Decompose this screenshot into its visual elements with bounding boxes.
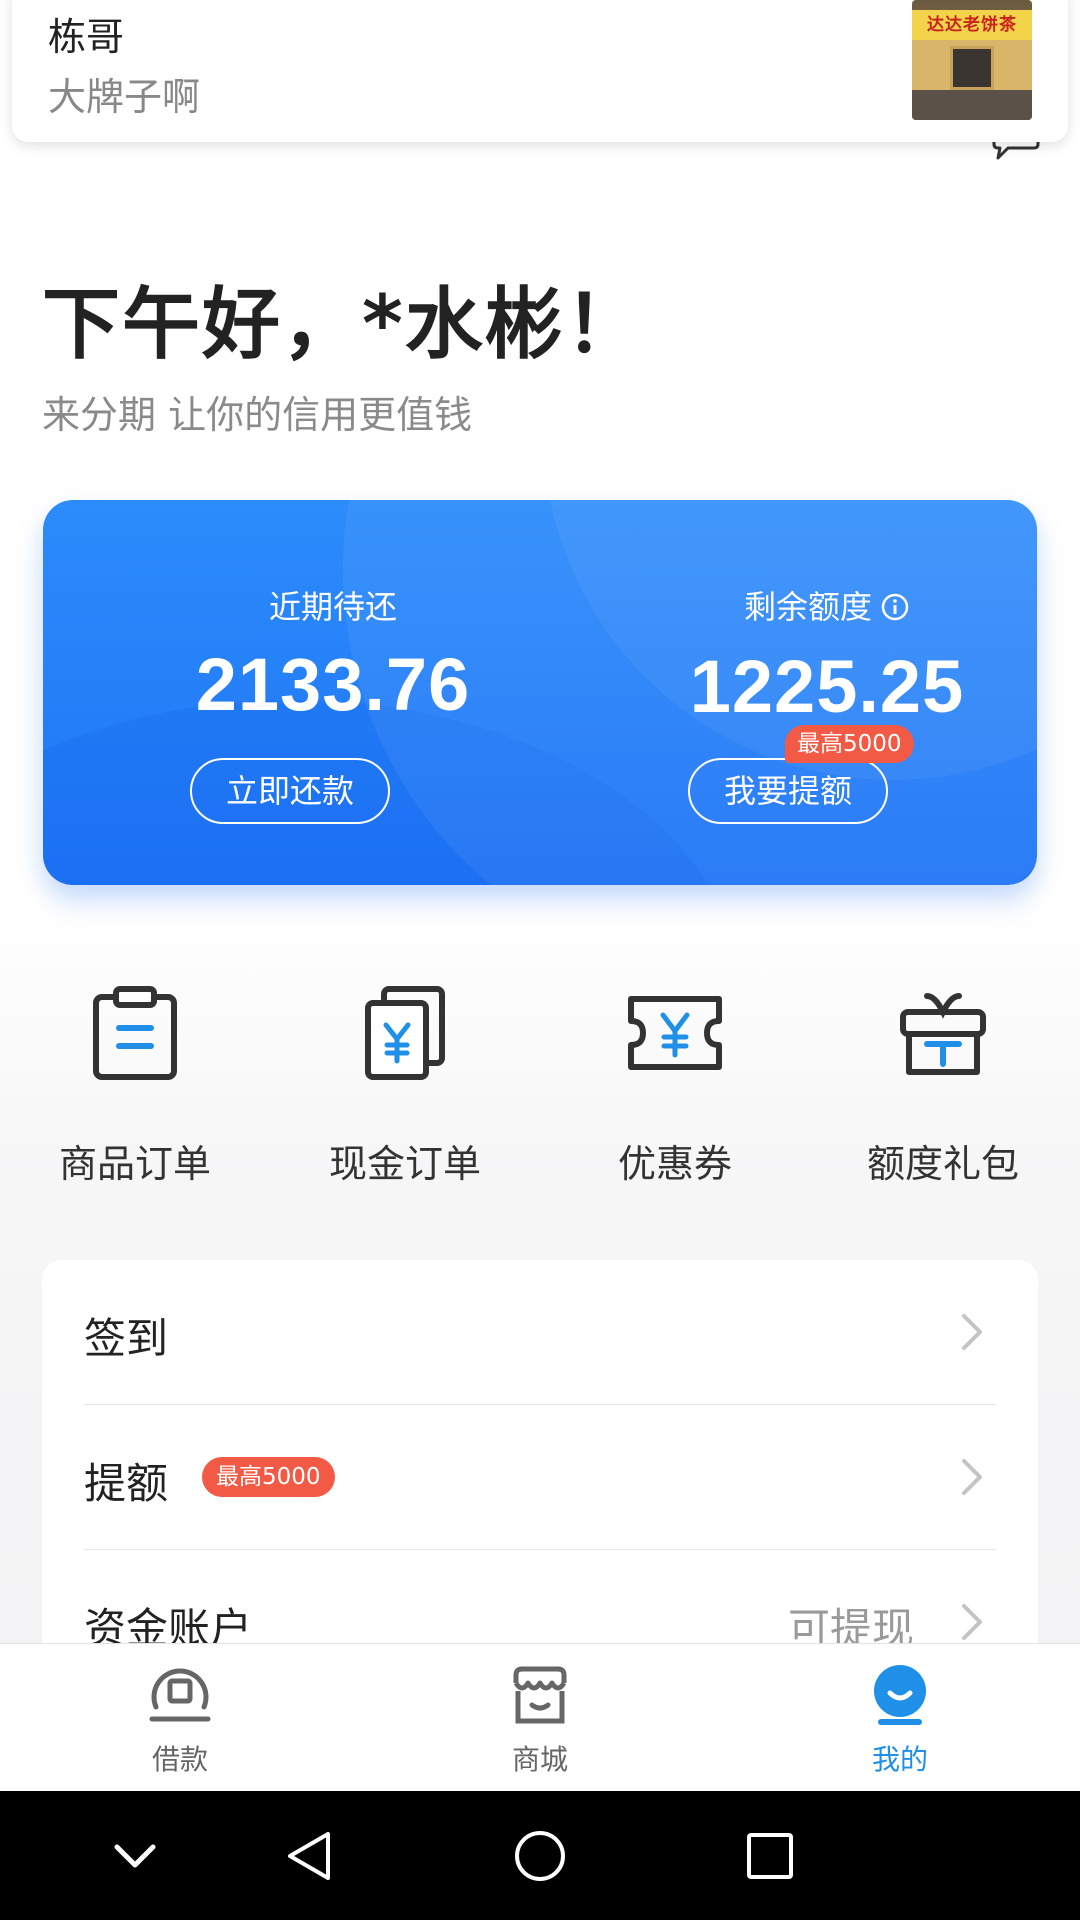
quick-action-label: 现金订单 xyxy=(328,1142,481,1186)
credit-summary-card: 近期待还 2133.76 剩余额度 1225.25 立即还款 我要提额 最高50… xyxy=(43,500,1037,885)
repay-now-button[interactable]: 立即还款 xyxy=(190,758,390,824)
back-icon[interactable] xyxy=(275,1823,345,1889)
repay-label: 近期待还 xyxy=(268,588,397,626)
thumbnail-sign: 达达老饼茶 xyxy=(912,10,1032,40)
quick-action-label: 额度礼包 xyxy=(866,1142,1019,1186)
shop-icon xyxy=(440,1660,640,1730)
system-navigation-bar xyxy=(0,1791,1080,1920)
gift-icon xyxy=(843,985,1043,1081)
limit-amount: 1225.25 xyxy=(689,645,965,728)
quick-action-cash-orders[interactable]: 现金订单 xyxy=(305,985,505,1188)
tab-label: 商城 xyxy=(511,1743,568,1776)
profile-icon xyxy=(800,1660,1000,1730)
info-icon[interactable] xyxy=(880,592,910,630)
quick-action-product-orders[interactable]: 商品订单 xyxy=(35,985,235,1188)
raise-limit-button[interactable]: 我要提额 xyxy=(688,758,888,824)
bottom-tab-bar: 借款 商城 我的 xyxy=(0,1643,1080,1792)
home-icon[interactable] xyxy=(505,1823,575,1889)
cash-document-icon xyxy=(305,985,505,1081)
notification-thumbnail: 达达老饼茶 xyxy=(912,0,1032,120)
quick-action-label: 优惠券 xyxy=(617,1142,732,1186)
greeting-slogan: 来分期 让你的信用更值钱 xyxy=(42,393,473,437)
menu-item-checkin[interactable]: 签到 xyxy=(84,1260,996,1405)
limit-section: 剩余额度 1225.25 xyxy=(617,500,1037,729)
notification-card[interactable]: 栋哥 大牌子啊 达达老饼茶 xyxy=(12,0,1068,142)
repay-section: 近期待还 2133.76 xyxy=(123,500,543,727)
menu-item-badge: 最高5000 xyxy=(202,1457,335,1497)
limit-label-row: 剩余额度 xyxy=(617,582,1037,630)
tab-label: 我的 xyxy=(871,1743,928,1776)
limit-label: 剩余额度 xyxy=(743,588,872,626)
quick-action-limit-gift[interactable]: 额度礼包 xyxy=(843,985,1043,1188)
notification-text: 大牌子啊 xyxy=(48,75,201,119)
quick-action-label: 商品订单 xyxy=(58,1142,211,1186)
clipboard-icon xyxy=(35,985,235,1081)
menu-item-label: 提额 xyxy=(84,1459,169,1508)
tab-mine[interactable]: 我的 xyxy=(800,1660,1000,1778)
tab-loan[interactable]: 借款 xyxy=(80,1660,280,1778)
menu-item-label: 签到 xyxy=(84,1314,169,1363)
quick-action-coupons[interactable]: 优惠券 xyxy=(575,985,775,1188)
limit-max-badge: 最高5000 xyxy=(785,725,914,763)
chevron-right-icon xyxy=(960,1312,984,1356)
menu-item-raise-limit[interactable]: 提额 最高5000 xyxy=(84,1405,996,1550)
menu-list: 签到 提额 最高5000 资金账户 可提现 xyxy=(42,1260,1038,1680)
coupon-icon xyxy=(575,985,775,1081)
tab-shop[interactable]: 商城 xyxy=(440,1660,640,1778)
chevron-right-icon xyxy=(960,1602,984,1646)
notification-title: 栋哥 xyxy=(48,15,125,59)
repay-amount: 2133.76 xyxy=(195,643,471,726)
collapse-icon[interactable] xyxy=(100,1823,170,1889)
greeting-title: 下午好，*水彬！ xyxy=(42,280,645,370)
recents-icon[interactable] xyxy=(735,1823,805,1889)
tab-label: 借款 xyxy=(151,1743,208,1776)
loan-icon xyxy=(80,1660,280,1730)
chevron-right-icon xyxy=(960,1457,984,1501)
